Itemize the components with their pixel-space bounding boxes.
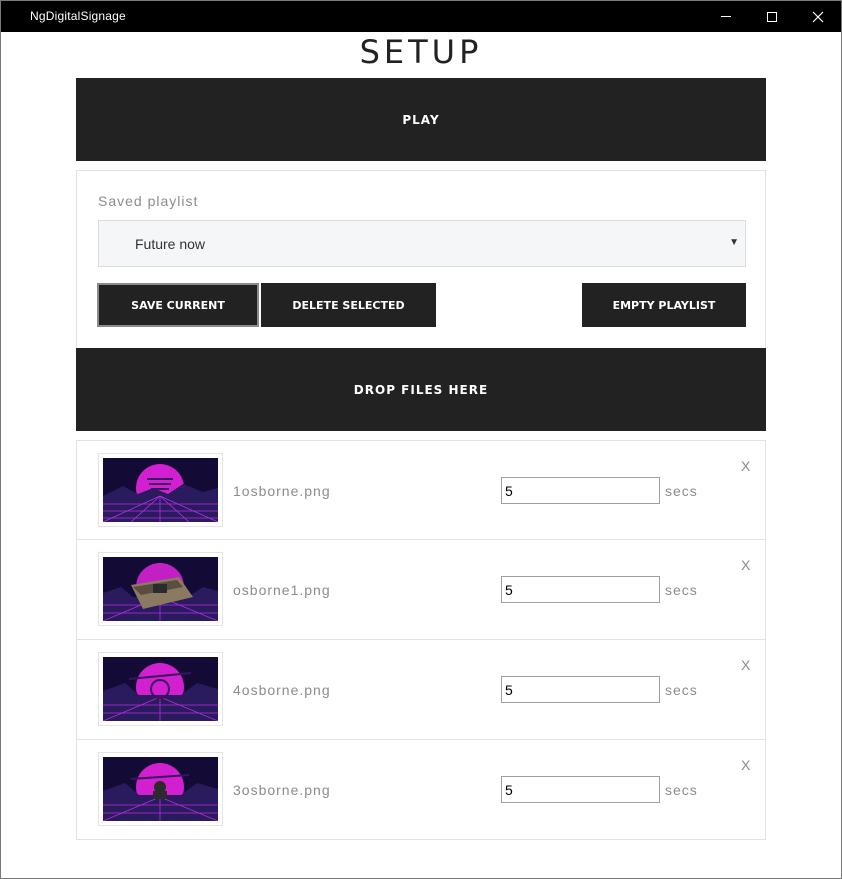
remove-file-button[interactable]: X xyxy=(741,557,750,573)
selected-playlist-value: Future now xyxy=(135,236,206,252)
file-name: 3osborne.png xyxy=(233,782,331,798)
duration-unit-label: secs xyxy=(665,582,698,598)
remove-file-button[interactable]: X xyxy=(741,458,750,474)
close-window-button[interactable] xyxy=(795,1,841,32)
thumbnail xyxy=(98,453,223,527)
title-bar: NgDigitalSignage xyxy=(1,1,841,32)
file-name: 4osborne.png xyxy=(233,682,331,698)
image-thumbnail-icon xyxy=(103,657,218,721)
play-label: PLAY xyxy=(402,112,440,127)
close-icon xyxy=(812,11,824,22)
chevron-down-icon: ▼ xyxy=(729,237,739,248)
duration-unit-label: secs xyxy=(665,682,698,698)
play-button[interactable]: PLAY xyxy=(76,78,766,161)
maximize-button[interactable] xyxy=(749,1,795,32)
duration-unit-label: secs xyxy=(665,483,698,499)
file-name: 1osborne.png xyxy=(233,483,331,499)
saved-playlist-select[interactable]: Future now ▼ xyxy=(98,220,746,267)
window-title: NgDigitalSignage xyxy=(30,9,126,23)
thumbnail xyxy=(98,652,223,726)
duration-input[interactable] xyxy=(501,477,660,504)
duration-input[interactable] xyxy=(501,776,660,803)
page-title: SETUP xyxy=(359,33,483,71)
duration-input[interactable] xyxy=(501,676,660,703)
drop-zone[interactable]: DROP FILES HERE xyxy=(76,348,766,431)
remove-file-button[interactable]: X xyxy=(741,757,750,773)
duration-input[interactable] xyxy=(501,576,660,603)
saved-playlist-label: Saved playlist xyxy=(98,193,199,209)
image-thumbnail-icon xyxy=(103,557,218,621)
file-name: osborne1.png xyxy=(233,582,331,598)
empty-playlist-button[interactable]: EMPTY PLAYLIST xyxy=(582,283,746,327)
list-item: 3osborne.png secs X xyxy=(76,740,766,840)
minimize-button[interactable] xyxy=(703,1,749,32)
thumbnail xyxy=(98,752,223,826)
drop-zone-label: DROP FILES HERE xyxy=(353,382,489,397)
minimize-icon xyxy=(721,16,731,17)
maximize-icon xyxy=(767,11,777,22)
playlist-file-list: 1osborne.png secs X osborne1.png secs xyxy=(76,440,766,840)
playlist-panel: Saved playlist Future now ▼ SAVE CURRENT… xyxy=(76,170,766,348)
thumbnail xyxy=(98,552,223,626)
delete-selected-button[interactable]: DELETE SELECTED xyxy=(261,283,436,327)
save-current-button[interactable]: SAVE CURRENT xyxy=(97,283,259,327)
image-thumbnail-icon xyxy=(103,757,218,821)
image-thumbnail-icon xyxy=(103,458,218,522)
list-item: osborne1.png secs X xyxy=(76,540,766,640)
list-item: 4osborne.png secs X xyxy=(76,640,766,740)
remove-file-button[interactable]: X xyxy=(741,657,750,673)
duration-unit-label: secs xyxy=(665,782,698,798)
list-item: 1osborne.png secs X xyxy=(76,440,766,540)
